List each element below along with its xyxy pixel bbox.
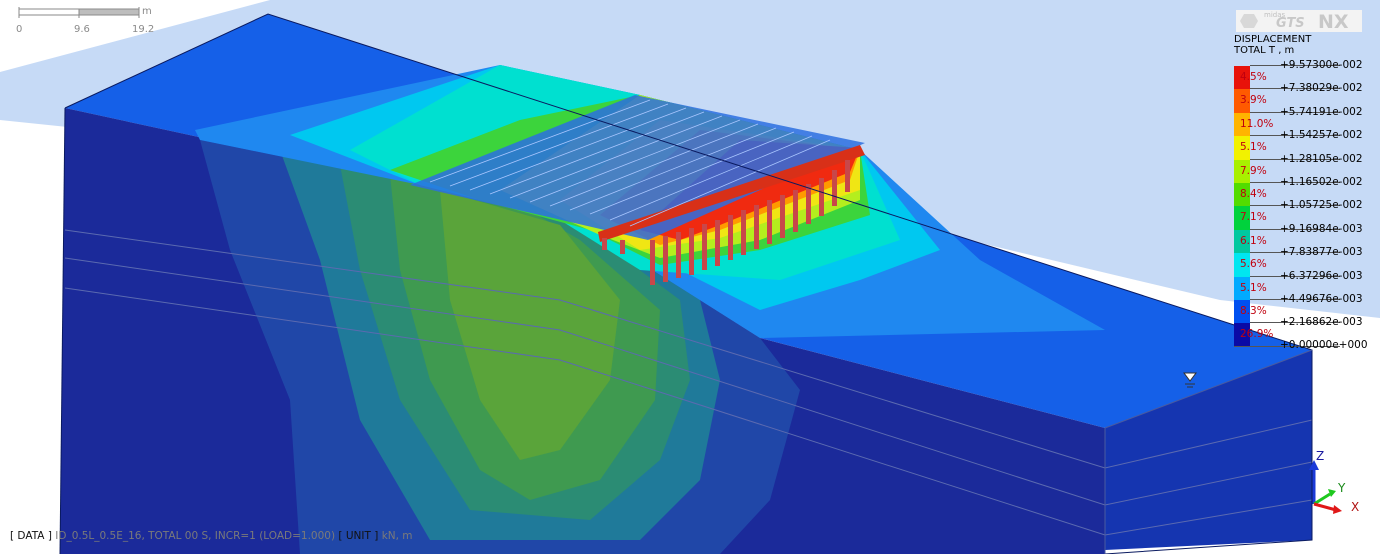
legend-title-line: TOTAL T , m [1234, 45, 1295, 56]
legend-percent: 5.6% [1240, 258, 1267, 271]
status-unit-value: kN, m [381, 530, 413, 542]
status-unit-label: [ UNIT ] [338, 530, 379, 542]
legend-percent: 6.1% [1240, 234, 1267, 247]
scale-bar-tick: 19.2 [132, 24, 155, 35]
legend-percent: 7.9% [1240, 164, 1267, 177]
legend-value: +7.38029e-002 [1280, 82, 1363, 95]
legend-value: +1.05725e-002 [1280, 199, 1363, 212]
legend-percent: 7.1% [1240, 211, 1267, 224]
axis-y-label: Y [1338, 481, 1346, 495]
scale-bar-unit: m [142, 6, 152, 17]
axis-triad-graphic [1309, 460, 1342, 514]
logo-brand: GTS [1276, 16, 1305, 31]
legend-value: +1.54257e-002 [1280, 129, 1363, 142]
legend-value: +5.74191e-002 [1280, 105, 1363, 118]
gts-nx-logo: midas GTS NX [1236, 10, 1362, 33]
logo-suffix: NX [1318, 11, 1349, 33]
status-data-label: [ DATA ] [10, 530, 52, 542]
legend-percent: 5.1% [1240, 281, 1267, 294]
legend-percent: 5.1% [1240, 141, 1267, 154]
model-viewport[interactable] [0, 0, 1380, 554]
legend-value: +1.28105e-002 [1280, 152, 1363, 165]
legend-value: +1.16502e-002 [1280, 175, 1363, 188]
scale-bar-tick: 0 [16, 24, 23, 35]
displacement-legend: DISPLACEMENT TOTAL T , m 4.5% +9.57300e-0… [1234, 34, 1380, 354]
legend-rows: 4.5% +9.57300e-002 3.9% +7.38029e-002 11.0% +… [1234, 59, 1380, 347]
legend-percent: 11.0% [1240, 117, 1274, 130]
legend-value: +9.57300e-002 [1280, 59, 1363, 71]
legend-value: +7.83877e-003 [1280, 246, 1363, 259]
water-level-icon [1183, 372, 1197, 388]
legend-percent: 8.3% [1240, 304, 1267, 317]
axis-z-label: Z [1316, 449, 1325, 463]
status-line: [ DATA ] ID_0.5L_0.5E_16, TOTAL 00 S, IN… [10, 530, 413, 542]
legend-title-line: DISPLACEMENT [1234, 34, 1312, 45]
legend-percent: 26.9% [1240, 328, 1274, 341]
legend-title: DISPLACEMENT TOTAL T , m [1234, 34, 1311, 56]
legend-value: +6.37296e-003 [1280, 269, 1363, 282]
scale-bar: m 0 9.6 19.2 [16, 6, 168, 40]
legend-bottom-value: +0.00000e+000 [1280, 339, 1368, 351]
legend-value: +4.49676e-003 [1280, 292, 1363, 305]
legend-percent: 8.4% [1240, 187, 1267, 200]
legend-percent: 3.9% [1240, 94, 1267, 107]
axis-triad[interactable]: Z Y X [1300, 448, 1370, 520]
scale-bar-tick: 9.6 [74, 24, 90, 35]
legend-percent: 4.5% [1240, 71, 1267, 83]
legend-value: +9.16984e-003 [1280, 222, 1363, 235]
axis-x-label: X [1351, 500, 1360, 514]
status-data-value: ID_0.5L_0.5E_16, TOTAL 00 S, INCR=1 (LOA… [55, 530, 336, 542]
legend-value: +2.16862e-003 [1280, 316, 1363, 329]
